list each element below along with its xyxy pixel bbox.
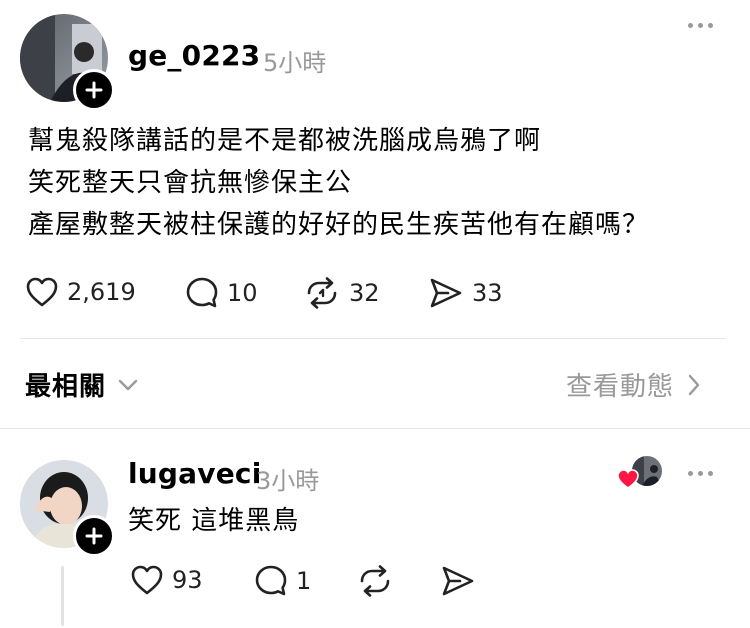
like-button[interactable]: 2,619	[25, 276, 136, 308]
plus-icon	[85, 81, 103, 99]
plus-icon	[85, 527, 103, 545]
chevron-right-icon	[688, 374, 700, 395]
more-horizontal-icon[interactable]	[688, 23, 713, 28]
follow-button[interactable]	[73, 515, 115, 557]
reply-thread-line	[61, 566, 64, 626]
share-button[interactable]	[440, 564, 476, 598]
reply-username[interactable]: lugaveci	[128, 457, 262, 490]
comment-button[interactable]: 10	[185, 276, 258, 310]
comment-bubble-icon	[186, 277, 218, 308]
comment-button[interactable]: 1	[254, 564, 311, 598]
like-button[interactable]: 93	[130, 564, 203, 596]
share-button[interactable]: 33	[428, 276, 503, 310]
view-activity-label: 查看動態	[566, 372, 675, 402]
reply-timestamp: 3小時	[256, 467, 320, 495]
heart-icon	[131, 565, 163, 595]
like-count: 2,619	[67, 278, 136, 306]
more-horizontal-icon[interactable]	[688, 471, 713, 476]
post-body: 幫鬼殺隊講話的是不是都被洗腦成烏鴉了啊 笑死整天只會抗無慘保主公 產屋敷整天被柱…	[28, 120, 649, 246]
chevron-down-icon	[118, 379, 138, 390]
author-liked-badge	[614, 456, 664, 490]
repost-count: 32	[349, 279, 380, 307]
post-timestamp: 5小時	[263, 49, 327, 77]
repost-icon	[360, 565, 390, 597]
heart-icon	[617, 469, 639, 489]
repost-icon	[307, 277, 337, 309]
post-username[interactable]: ge_0223	[128, 39, 260, 72]
post-line: 產屋敷整天被柱保護的好好的民生疾苦他有在顧嗎？	[28, 210, 650, 240]
follow-button[interactable]	[73, 69, 115, 111]
divider	[0, 428, 750, 429]
comment-count: 1	[296, 567, 312, 595]
repost-button[interactable]	[356, 564, 394, 598]
send-icon	[442, 566, 474, 596]
post-line: 笑死整天只會抗無慘保主公	[28, 168, 353, 198]
like-count: 93	[172, 566, 203, 594]
comment-count: 10	[227, 279, 258, 307]
sort-label: 最相關	[25, 372, 107, 402]
comment-bubble-icon	[255, 565, 287, 596]
share-count: 33	[472, 279, 503, 307]
heart-icon	[26, 277, 58, 307]
send-icon	[430, 278, 462, 308]
post-line: 幫鬼殺隊講話的是不是都被洗腦成烏鴉了啊	[28, 126, 542, 156]
sort-dropdown[interactable]: 最相關	[25, 366, 140, 403]
reply-text: 笑死 這堆黑鳥	[128, 506, 300, 536]
repost-button[interactable]: 32	[303, 276, 380, 310]
view-activity-link[interactable]: 查看動態	[566, 366, 702, 403]
divider	[20, 338, 726, 339]
